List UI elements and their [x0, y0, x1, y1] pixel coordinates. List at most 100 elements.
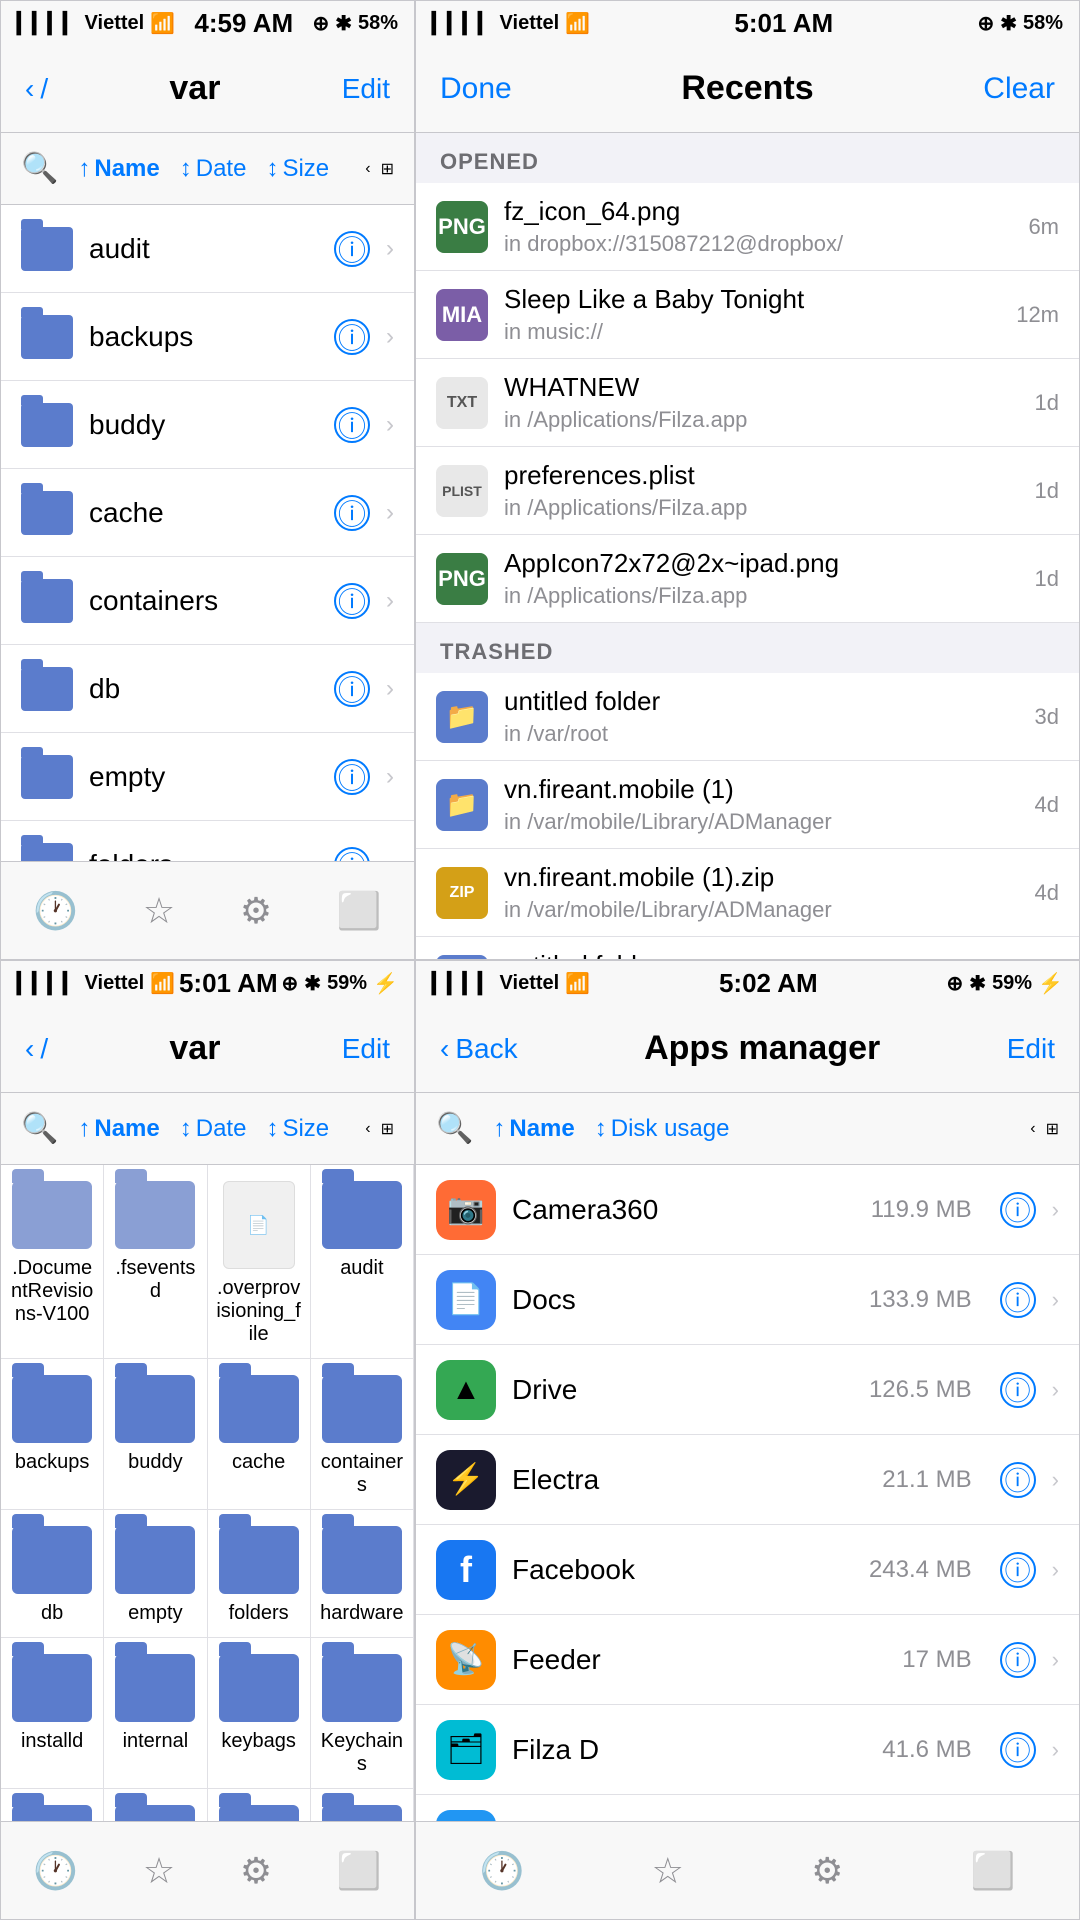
chevron-left-br[interactable]: ‹	[1030, 1120, 1035, 1138]
info-btn[interactable]: ⓘ	[334, 671, 370, 707]
back-btn-tl[interactable]: ‹ /	[25, 73, 48, 105]
tab-recents-bl[interactable]: 🕐	[33, 1850, 78, 1892]
grid-item[interactable]: audit	[311, 1165, 414, 1359]
edit-btn-tl[interactable]: Edit	[342, 73, 390, 105]
list-item[interactable]: 📁 untitled folder in /var/root 3d	[416, 673, 1079, 761]
info-btn[interactable]: ⓘ	[334, 583, 370, 619]
list-item[interactable]: db ⓘ ›	[1, 645, 414, 733]
info-btn[interactable]: ⓘ	[334, 407, 370, 443]
grid-item[interactable]: Keychains	[311, 1638, 414, 1789]
search-icon-tl[interactable]: 🔍	[21, 151, 58, 186]
info-btn-electra[interactable]: ⓘ	[1000, 1462, 1036, 1498]
info-btn-filza[interactable]: ⓘ	[1000, 1732, 1036, 1768]
list-item[interactable]: backups ⓘ ›	[1, 293, 414, 381]
grid-item[interactable]: internal	[104, 1638, 207, 1789]
list-item[interactable]: PNG AppIcon72x72@2x~ipad.png in /Applica…	[416, 535, 1079, 623]
grid-item[interactable]: folders	[208, 1510, 311, 1638]
grid-item[interactable]: 📄 .overprovisioning_file	[208, 1165, 311, 1359]
list-item[interactable]: ZIP vn.fireant.mobile (1).zip in /var/mo…	[416, 849, 1079, 937]
list-item[interactable]: audit ⓘ ›	[1, 205, 414, 293]
sort-name-tl[interactable]: ↑ Name	[78, 155, 159, 183]
app-item-facebook[interactable]: f Facebook 243.4 MB ⓘ ›	[416, 1525, 1079, 1615]
grid-item[interactable]: containers	[311, 1359, 414, 1510]
list-item[interactable]: TXT WHATNEW in /Applications/Filza.app 1…	[416, 359, 1079, 447]
info-btn[interactable]: ⓘ	[334, 759, 370, 795]
list-item[interactable]: containers ⓘ ›	[1, 557, 414, 645]
tab-recents-tl[interactable]: 🕐	[33, 890, 78, 932]
info-btn-facebook[interactable]: ⓘ	[1000, 1552, 1036, 1588]
chevron-left-tl[interactable]: ‹	[365, 160, 370, 178]
tab-recents-br[interactable]: 🕐	[480, 1850, 525, 1892]
sort-name-bl[interactable]: ↑ Name	[78, 1115, 159, 1143]
grid-item[interactable]: empty	[104, 1510, 207, 1638]
search-icon-bl[interactable]: 🔍	[21, 1111, 58, 1146]
back-btn-bl[interactable]: ‹ /	[25, 1033, 48, 1065]
tab-favorites-bl[interactable]: ☆	[143, 1850, 175, 1892]
search-icon-br[interactable]: 🔍	[436, 1111, 473, 1146]
grid-item[interactable]: keybags	[208, 1638, 311, 1789]
grid-item[interactable]: cache	[208, 1359, 311, 1510]
list-item[interactable]: empty ⓘ ›	[1, 733, 414, 821]
clear-btn-tr[interactable]: Clear	[983, 72, 1055, 106]
list-item[interactable]: buddy ⓘ ›	[1, 381, 414, 469]
tab-settings-bl[interactable]: ⚙	[240, 1850, 272, 1892]
grid-item[interactable]: lock	[208, 1789, 311, 1821]
grid-item[interactable]: db	[1, 1510, 104, 1638]
grid-view-bl[interactable]: ⊞	[381, 1119, 394, 1139]
edit-btn-bl[interactable]: Edit	[342, 1033, 390, 1065]
app-item-docs[interactable]: 📄 Docs 133.9 MB ⓘ ›	[416, 1255, 1079, 1345]
grid-item[interactable]: backups	[1, 1359, 104, 1510]
list-item[interactable]: 📁 vn.fireant.mobile (1) in /var/mobile/L…	[416, 761, 1079, 849]
list-item[interactable]: PNG fz_icon_64.png in dropbox://31508721…	[416, 183, 1079, 271]
sort-date-tl[interactable]: ↕ Date	[180, 155, 247, 183]
edit-btn-br[interactable]: Edit	[1007, 1033, 1055, 1065]
info-btn[interactable]: ⓘ	[334, 495, 370, 531]
info-btn[interactable]: ⓘ	[334, 319, 370, 355]
grid-item[interactable]: buddy	[104, 1359, 207, 1510]
tab-settings-br[interactable]: ⚙	[811, 1850, 843, 1892]
sort-size-bl[interactable]: ↕ Size	[266, 1115, 329, 1143]
location-icon-tl: ⊕	[312, 11, 329, 36]
info-btn[interactable]: ⓘ	[334, 847, 370, 862]
grid-item[interactable]: local	[104, 1789, 207, 1821]
grid-item[interactable]: log	[311, 1789, 414, 1821]
info-btn-camera360[interactable]: ⓘ	[1000, 1192, 1036, 1228]
info-btn[interactable]: ⓘ	[334, 231, 370, 267]
tab-settings-tl[interactable]: ⚙	[240, 890, 272, 932]
done-btn-tr[interactable]: Done	[440, 72, 512, 106]
sort-date-bl[interactable]: ↕ Date	[180, 1115, 247, 1143]
app-item-camera360[interactable]: 📷 Camera360 119.9 MB ⓘ ›	[416, 1165, 1079, 1255]
tab-favorites-br[interactable]: ☆	[652, 1850, 684, 1892]
list-item[interactable]: cache ⓘ ›	[1, 469, 414, 557]
grid-view-tl[interactable]: ⊞	[381, 159, 394, 179]
back-btn-br[interactable]: ‹ Back	[440, 1033, 518, 1065]
app-item-feeder[interactable]: 📡 Feeder 17 MB ⓘ ›	[416, 1615, 1079, 1705]
app-item-fireant[interactable]: F FireAnt 13.6 MB ⓘ ›	[416, 1795, 1079, 1821]
app-item-electra[interactable]: ⚡ Electra 21.1 MB ⓘ ›	[416, 1435, 1079, 1525]
chevron-left-bl[interactable]: ‹	[365, 1120, 370, 1138]
info-btn-feeder[interactable]: ⓘ	[1000, 1642, 1036, 1678]
list-item[interactable]: MIA Sleep Like a Baby Tonight in music:/…	[416, 271, 1079, 359]
grid-item[interactable]: .DocumentRevisions-V100	[1, 1165, 104, 1359]
tab-favorites-tl[interactable]: ☆	[143, 890, 175, 932]
sort-disk-br[interactable]: ↕ Disk usage	[595, 1115, 730, 1143]
list-item[interactable]: 📁 untitled folder in / 4d	[416, 937, 1079, 959]
grid-item[interactable]: .fseventsd	[104, 1165, 207, 1359]
tab-files-bl[interactable]: ⬜	[337, 1850, 382, 1892]
grid-item[interactable]: installd	[1, 1638, 104, 1789]
tab-files-tl[interactable]: ⬜	[337, 890, 382, 932]
info-btn-docs[interactable]: ⓘ	[1000, 1282, 1036, 1318]
file-info: vn.fireant.mobile (1).zip in /var/mobile…	[504, 862, 1019, 923]
list-item[interactable]: folders ⓘ ›	[1, 821, 414, 861]
sort-size-tl[interactable]: ↕ Size	[266, 155, 329, 183]
list-item[interactable]: PLIST preferences.plist in /Applications…	[416, 447, 1079, 535]
tab-files-br[interactable]: ⬜	[971, 1850, 1016, 1892]
app-item-drive[interactable]: ▲ Drive 126.5 MB ⓘ ›	[416, 1345, 1079, 1435]
info-btn-drive[interactable]: ⓘ	[1000, 1372, 1036, 1408]
sort-name-br[interactable]: ↑ Name	[493, 1115, 574, 1143]
grid-item[interactable]: hardware	[311, 1510, 414, 1638]
app-item-filza[interactable]: 🗂 Filza D 41.6 MB ⓘ ›	[416, 1705, 1079, 1795]
grid-view-br[interactable]: ⊞	[1046, 1119, 1059, 1139]
grid-item[interactable]: lib	[1, 1789, 104, 1821]
files-icon-tl: ⬜	[337, 890, 382, 932]
